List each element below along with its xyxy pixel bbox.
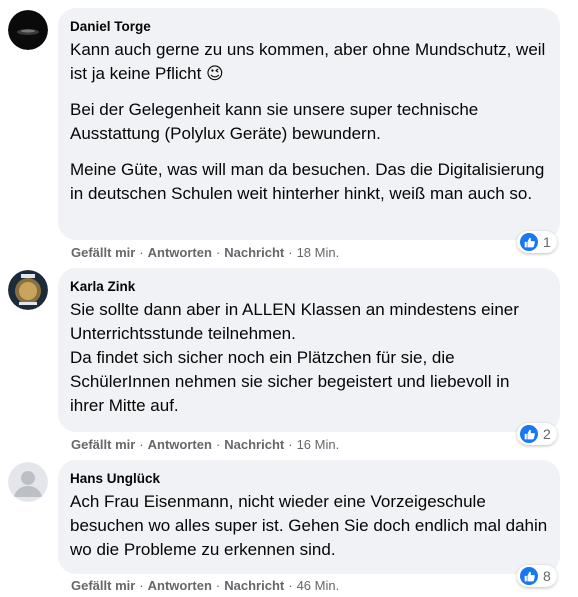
- reaction-count-value: 2: [543, 426, 551, 442]
- comment-actions: Gefällt mir · Antworten · Nachricht · 18 Min.: [71, 245, 340, 260]
- comment-timestamp[interactable]: 18 Min.: [297, 245, 340, 260]
- comment-bubble: Karla Zink Sie sollte dann aber in ALLEN…: [58, 268, 560, 432]
- comment-author[interactable]: Daniel Torge: [70, 18, 548, 36]
- comment-timestamp[interactable]: 46 Min.: [297, 578, 340, 593]
- reply-button[interactable]: Antworten: [148, 245, 212, 260]
- comment-bubble: Daniel Torge Kann auch gerne zu uns komm…: [58, 8, 560, 240]
- comment-text: Kann auch gerne zu uns kommen, aber ohne…: [70, 40, 546, 83]
- thumbs-up-icon: [520, 567, 538, 585]
- message-button[interactable]: Nachricht: [224, 578, 284, 593]
- comment-text: Da findet sich sicher noch ein Plätzchen…: [70, 348, 510, 415]
- comment-bubble: Hans Unglück Ach Frau Eisenmann, nicht w…: [58, 460, 560, 574]
- reaction-count[interactable]: 2: [517, 423, 557, 445]
- comment-text: Meine Güte, was will man da besuchen. Da…: [70, 160, 545, 203]
- reaction-count-value: 1: [543, 234, 551, 250]
- like-button[interactable]: Gefällt mir: [71, 578, 135, 593]
- avatar[interactable]: [8, 270, 48, 310]
- reply-button[interactable]: Antworten: [148, 437, 212, 452]
- like-button[interactable]: Gefällt mir: [71, 245, 135, 260]
- comment-timestamp[interactable]: 16 Min.: [297, 437, 340, 452]
- default-avatar-icon[interactable]: [8, 462, 48, 502]
- comment-text: Sie sollte dann aber in ALLEN Klassen an…: [70, 300, 519, 343]
- avatar-image: [8, 270, 48, 310]
- reply-button[interactable]: Antworten: [148, 578, 212, 593]
- comment-actions: Gefällt mir · Antworten · Nachricht · 16 Min.: [71, 437, 340, 452]
- reaction-count-value: 8: [543, 568, 551, 584]
- avatar[interactable]: [8, 10, 48, 50]
- comment-actions: Gefällt mir · Antworten · Nachricht · 46 Min.: [71, 578, 340, 593]
- thumbs-up-icon: [520, 425, 538, 443]
- comment-text: Ach Frau Eisenmann, nicht wieder eine Vo…: [70, 492, 548, 559]
- message-button[interactable]: Nachricht: [224, 437, 284, 452]
- comment-text: Bei der Gelegenheit kann sie unsere supe…: [70, 100, 479, 143]
- avatar-image: [8, 10, 48, 50]
- message-button[interactable]: Nachricht: [224, 245, 284, 260]
- reaction-count[interactable]: 8: [517, 565, 557, 587]
- reaction-count[interactable]: 1: [517, 231, 557, 253]
- like-button[interactable]: Gefällt mir: [71, 437, 135, 452]
- comment-author[interactable]: Karla Zink: [70, 278, 548, 296]
- thumbs-up-icon: [520, 233, 538, 251]
- comment-author[interactable]: Hans Unglück: [70, 470, 548, 488]
